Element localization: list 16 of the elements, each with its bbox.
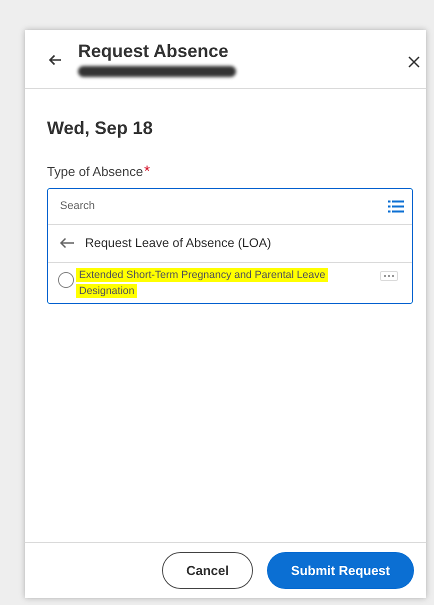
submit-button[interactable]: Submit Request (267, 552, 414, 589)
field-label: Type of Absence (47, 163, 144, 181)
close-icon (408, 56, 420, 68)
date-heading: Wed, Sep 18 (47, 117, 154, 137)
back-button[interactable] (47, 52, 63, 68)
dialog-title: Request Absence (78, 40, 230, 62)
radio-button[interactable] (58, 272, 74, 288)
cancel-button[interactable]: Cancel (162, 552, 254, 589)
back-arrow-icon[interactable] (59, 237, 75, 249)
more-button[interactable] (380, 270, 398, 280)
category-breadcrumb: Request Leave of Absence (LOA) (85, 234, 272, 252)
search-field[interactable]: Search (60, 198, 388, 214)
close-button[interactable] (408, 55, 422, 69)
required-mark: * (144, 162, 150, 182)
back-arrow-icon (48, 54, 62, 66)
list-icon[interactable] (388, 200, 404, 212)
